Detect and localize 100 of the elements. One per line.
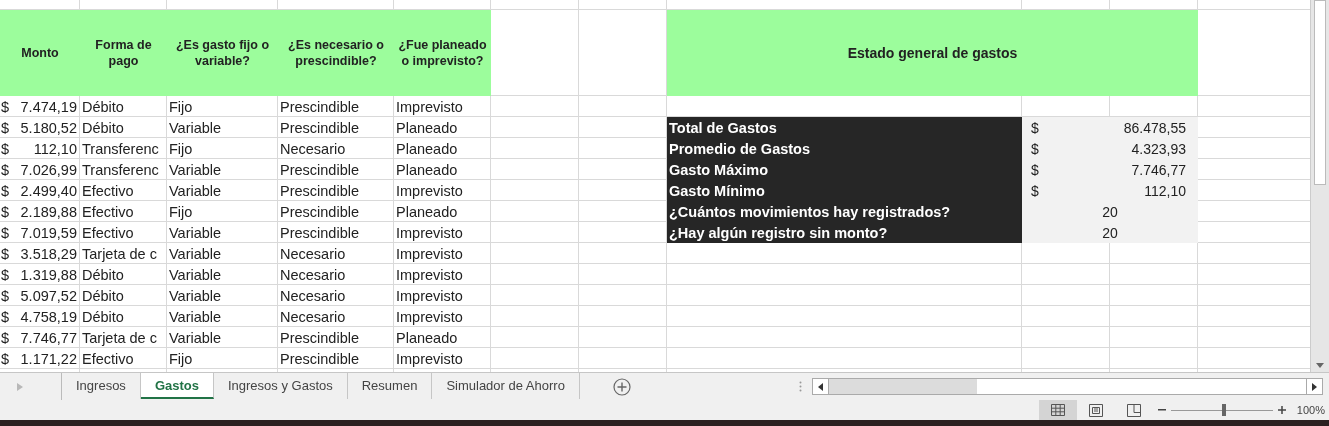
currency-symbol: $ [1, 350, 10, 367]
table-cell: Variable [169, 329, 222, 346]
summary-value: 7.746,77 [1110, 159, 1198, 180]
currency-symbol: $ [1, 266, 10, 283]
summary-label: Total de Gastos [667, 117, 1022, 138]
table-cell: Planeado [396, 329, 458, 346]
table-cell: Necesario [280, 245, 346, 262]
summary-label: Gasto Máximo [667, 159, 1022, 180]
currency-symbol: $ [1, 182, 10, 199]
table-cell: Imprevisto [396, 245, 463, 262]
table-cell: Imprevisto [396, 224, 463, 241]
summary-value: 112,10 [1110, 180, 1198, 201]
table-cell: Efectivo [82, 182, 134, 199]
table-cell: Imprevisto [396, 308, 463, 325]
currency-symbol: $ [1, 203, 10, 220]
amount-value: 1.171,22 [20, 350, 77, 367]
zoom-slider[interactable] [1170, 404, 1273, 416]
page-icon [1088, 403, 1103, 417]
splitter-handle[interactable] [798, 381, 802, 392]
summary-label: ¿Cuántos movimientos hay registrados? [667, 201, 1022, 222]
amount-value: 2.189,88 [20, 203, 77, 220]
column-header: ¿Fue planeado o imprevisto? [394, 10, 491, 96]
currency-symbol: $ [1, 161, 10, 178]
table-cell: Fijo [169, 203, 193, 220]
zoom-in-icon[interactable] [1277, 406, 1286, 414]
table-cell: Planeado [396, 161, 458, 178]
page-break-icon [1126, 403, 1141, 417]
table-cell: Débito [82, 308, 124, 325]
table-cell: Variable [169, 161, 222, 178]
amount-value: 7.474,19 [20, 98, 77, 115]
table-cell: Prescindible [280, 98, 359, 115]
currency-symbol: $ [1, 98, 10, 115]
table-cell: Imprevisto [396, 266, 463, 283]
table-cell: Variable [169, 224, 222, 241]
vertical-scrollbar[interactable] [1310, 0, 1329, 372]
table-cell: Fijo [169, 140, 193, 157]
grid-icon [1050, 404, 1065, 416]
sheet-tab[interactable]: Simulador de Ahorro [432, 373, 580, 399]
scroll-right-icon[interactable] [1311, 382, 1317, 391]
currency-symbol: $ [1022, 180, 1110, 201]
currency-symbol: $ [1, 119, 10, 136]
column-header: Monto [0, 10, 80, 96]
table-cell: Fijo [169, 350, 193, 367]
column-header: ¿Es necesario o prescindible? [278, 10, 394, 96]
table-cell: Variable [169, 308, 222, 325]
table-cell: Imprevisto [396, 287, 463, 304]
table-cell: Necesario [280, 308, 346, 325]
table-cell: Fijo [169, 98, 193, 115]
table-cell: Variable [169, 266, 222, 283]
amount-value: 3.518,29 [20, 245, 77, 262]
summary-label: Promedio de Gastos [667, 138, 1022, 159]
table-cell: Imprevisto [396, 182, 463, 199]
column-header: ¿Es gasto fijo o variable? [167, 10, 278, 96]
sheet-tab[interactable]: Resumen [347, 373, 433, 399]
table-cell: Tarjeta de c [82, 245, 157, 262]
table-cell: Planeado [396, 119, 458, 136]
scroll-down-icon[interactable] [1316, 363, 1324, 368]
table-cell: Imprevisto [396, 98, 463, 115]
table-cell: Necesario [280, 266, 346, 283]
normal-view-button[interactable] [1038, 400, 1077, 420]
summary-label: ¿Hay algún registro sin monto? [667, 222, 1022, 243]
summary-title: Estado general de gastos [667, 10, 1198, 96]
add-sheet-icon[interactable] [612, 378, 631, 396]
currency-symbol: $ [1022, 117, 1110, 138]
table-cell: Prescindible [280, 119, 359, 136]
slider-thumb[interactable] [1221, 404, 1226, 416]
sheet-tab[interactable]: Ingresos [62, 373, 141, 399]
currency-symbol: $ [1, 329, 10, 346]
table-cell: Prescindible [280, 203, 359, 220]
summary-label: Gasto Mínimo [667, 180, 1022, 201]
currency-symbol: $ [1022, 138, 1110, 159]
sheet-tab[interactable]: Gastos [140, 373, 214, 399]
amount-value: 4.758,19 [20, 308, 77, 325]
sheet-tab[interactable]: Ingresos y Gastos [213, 373, 348, 399]
table-cell: Planeado [396, 203, 458, 220]
horizontal-scrollbar[interactable] [811, 378, 1323, 395]
currency-symbol: $ [1, 287, 10, 304]
table-cell: Planeado [396, 140, 458, 157]
summary-value: 20 [1022, 201, 1198, 222]
amount-value: 5.097,52 [20, 287, 77, 304]
table-cell: Variable [169, 119, 222, 136]
currency-symbol: $ [1, 308, 10, 325]
table-cell: Prescindible [280, 161, 359, 178]
scroll-left-icon[interactable] [817, 382, 823, 391]
summary-value: 4.323,93 [1110, 138, 1198, 159]
table-cell: Prescindible [280, 182, 359, 199]
table-cell: Efectivo [82, 350, 134, 367]
table-cell: Débito [82, 98, 124, 115]
table-cell: Débito [82, 266, 124, 283]
currency-symbol: $ [1, 245, 10, 262]
column-header: Forma de pago [80, 10, 167, 96]
table-cell: Efectivo [82, 203, 134, 220]
table-cell: Débito [82, 119, 124, 136]
table-cell: Necesario [280, 287, 346, 304]
zoom-level[interactable]: 100% [1290, 404, 1325, 416]
table-cell: Transferenc [82, 161, 159, 178]
currency-symbol: $ [1022, 159, 1110, 180]
table-cell: Tarjeta de c [82, 329, 157, 346]
amount-value: 1.319,88 [20, 266, 77, 283]
amount-value: 7.026,99 [20, 161, 77, 178]
